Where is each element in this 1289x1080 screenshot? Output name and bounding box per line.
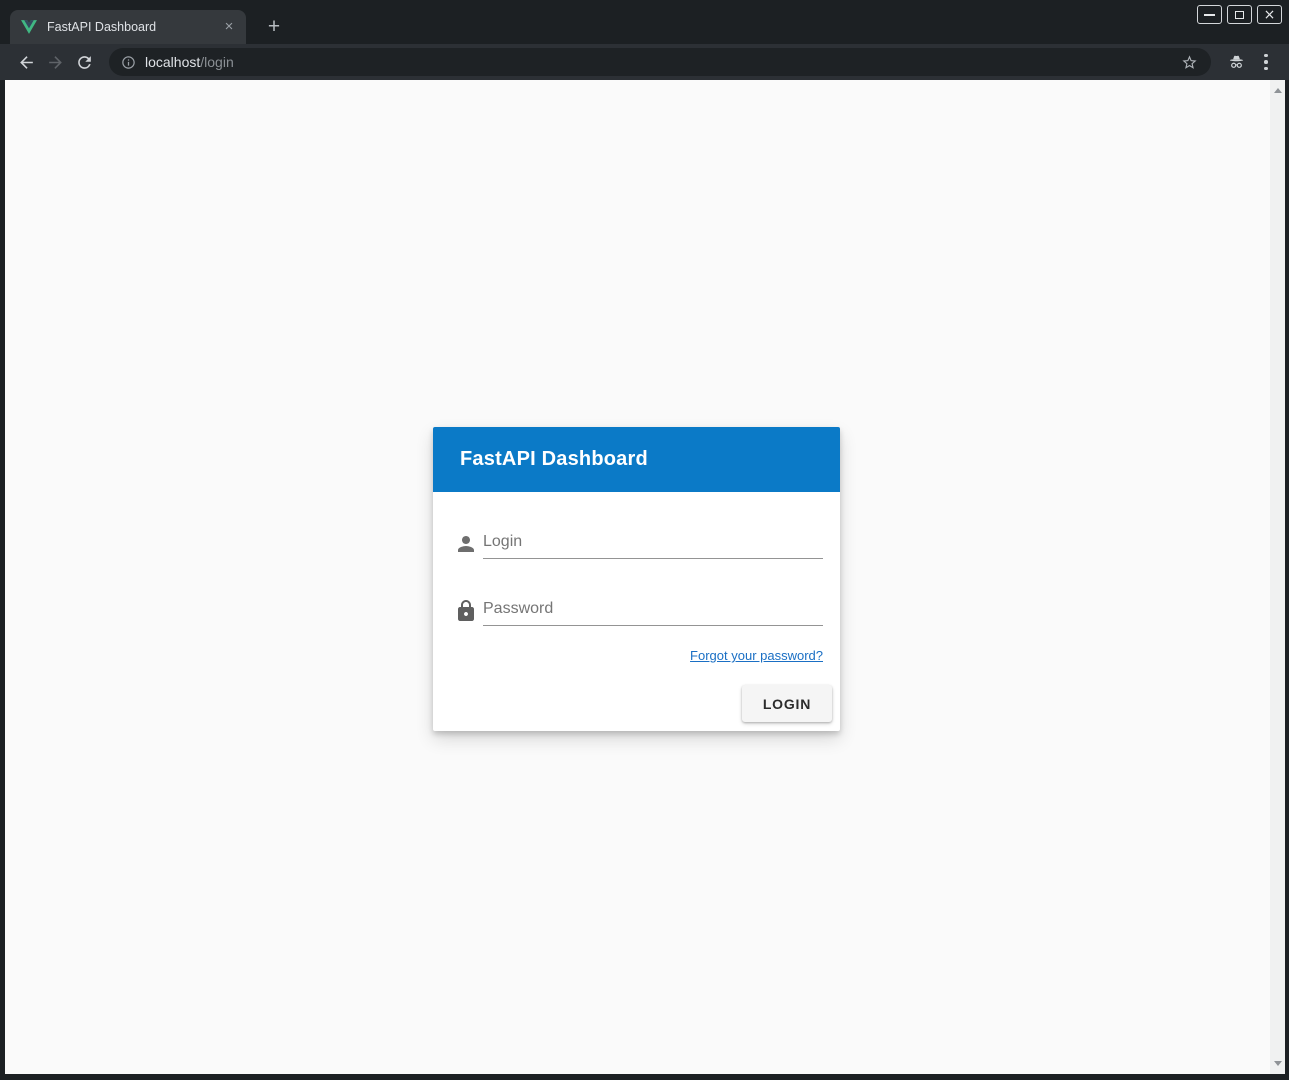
scrollbar[interactable] (1270, 80, 1285, 1074)
password-field-row (454, 595, 823, 626)
reload-button[interactable] (70, 48, 99, 77)
reload-icon (75, 53, 94, 72)
page-content: FastAPI Dashboard Forgot your password? … (5, 80, 1285, 1074)
forgot-password-row: Forgot your password? (433, 647, 823, 665)
window-maximize-button[interactable] (1227, 5, 1252, 24)
star-outline-icon (1181, 54, 1198, 71)
scrollbar-up-arrow[interactable] (1270, 82, 1285, 98)
back-button[interactable] (12, 48, 41, 77)
tab-title: FastAPI Dashboard (47, 20, 220, 34)
bookmark-star-button[interactable] (1177, 50, 1201, 74)
minimize-icon (1204, 14, 1215, 16)
address-bar[interactable]: localhost/login (109, 48, 1211, 76)
browser-tab[interactable]: FastAPI Dashboard × (10, 10, 246, 44)
url-host: localhost (145, 54, 200, 70)
kebab-menu-icon (1264, 54, 1268, 71)
new-tab-button[interactable]: + (260, 13, 288, 41)
browser-toolbar: localhost/login (0, 44, 1289, 80)
lock-icon (454, 599, 478, 623)
login-card: FastAPI Dashboard Forgot your password? … (433, 427, 840, 731)
window-minimize-button[interactable] (1197, 5, 1222, 24)
tab-strip: FastAPI Dashboard × + × (0, 0, 1289, 44)
incognito-icon (1226, 52, 1247, 73)
url-path: /login (200, 54, 233, 70)
browser-window: FastAPI Dashboard × + × localhost/login (0, 0, 1289, 1074)
maximize-icon (1235, 11, 1244, 19)
tab-close-button[interactable]: × (220, 18, 238, 36)
login-input[interactable] (483, 533, 823, 559)
scrollbar-down-arrow[interactable] (1270, 1056, 1285, 1072)
window-controls: × (1197, 5, 1282, 24)
vue-logo-favicon (21, 19, 37, 35)
forgot-password-link[interactable]: Forgot your password? (690, 648, 823, 663)
window-close-button[interactable]: × (1257, 5, 1282, 24)
login-card-title: FastAPI Dashboard (460, 448, 648, 471)
site-info-icon[interactable] (121, 55, 136, 70)
person-icon (454, 532, 478, 556)
back-arrow-icon (17, 53, 36, 72)
forward-arrow-icon (46, 53, 65, 72)
browser-menu-button[interactable] (1251, 47, 1281, 77)
login-card-header: FastAPI Dashboard (433, 427, 840, 492)
forward-button[interactable] (41, 48, 70, 77)
login-button[interactable]: LOGIN (742, 685, 832, 722)
password-input[interactable] (483, 600, 823, 626)
incognito-profile-button[interactable] (1221, 47, 1251, 77)
url-text: localhost/login (145, 54, 1177, 70)
login-field-row (454, 528, 823, 559)
